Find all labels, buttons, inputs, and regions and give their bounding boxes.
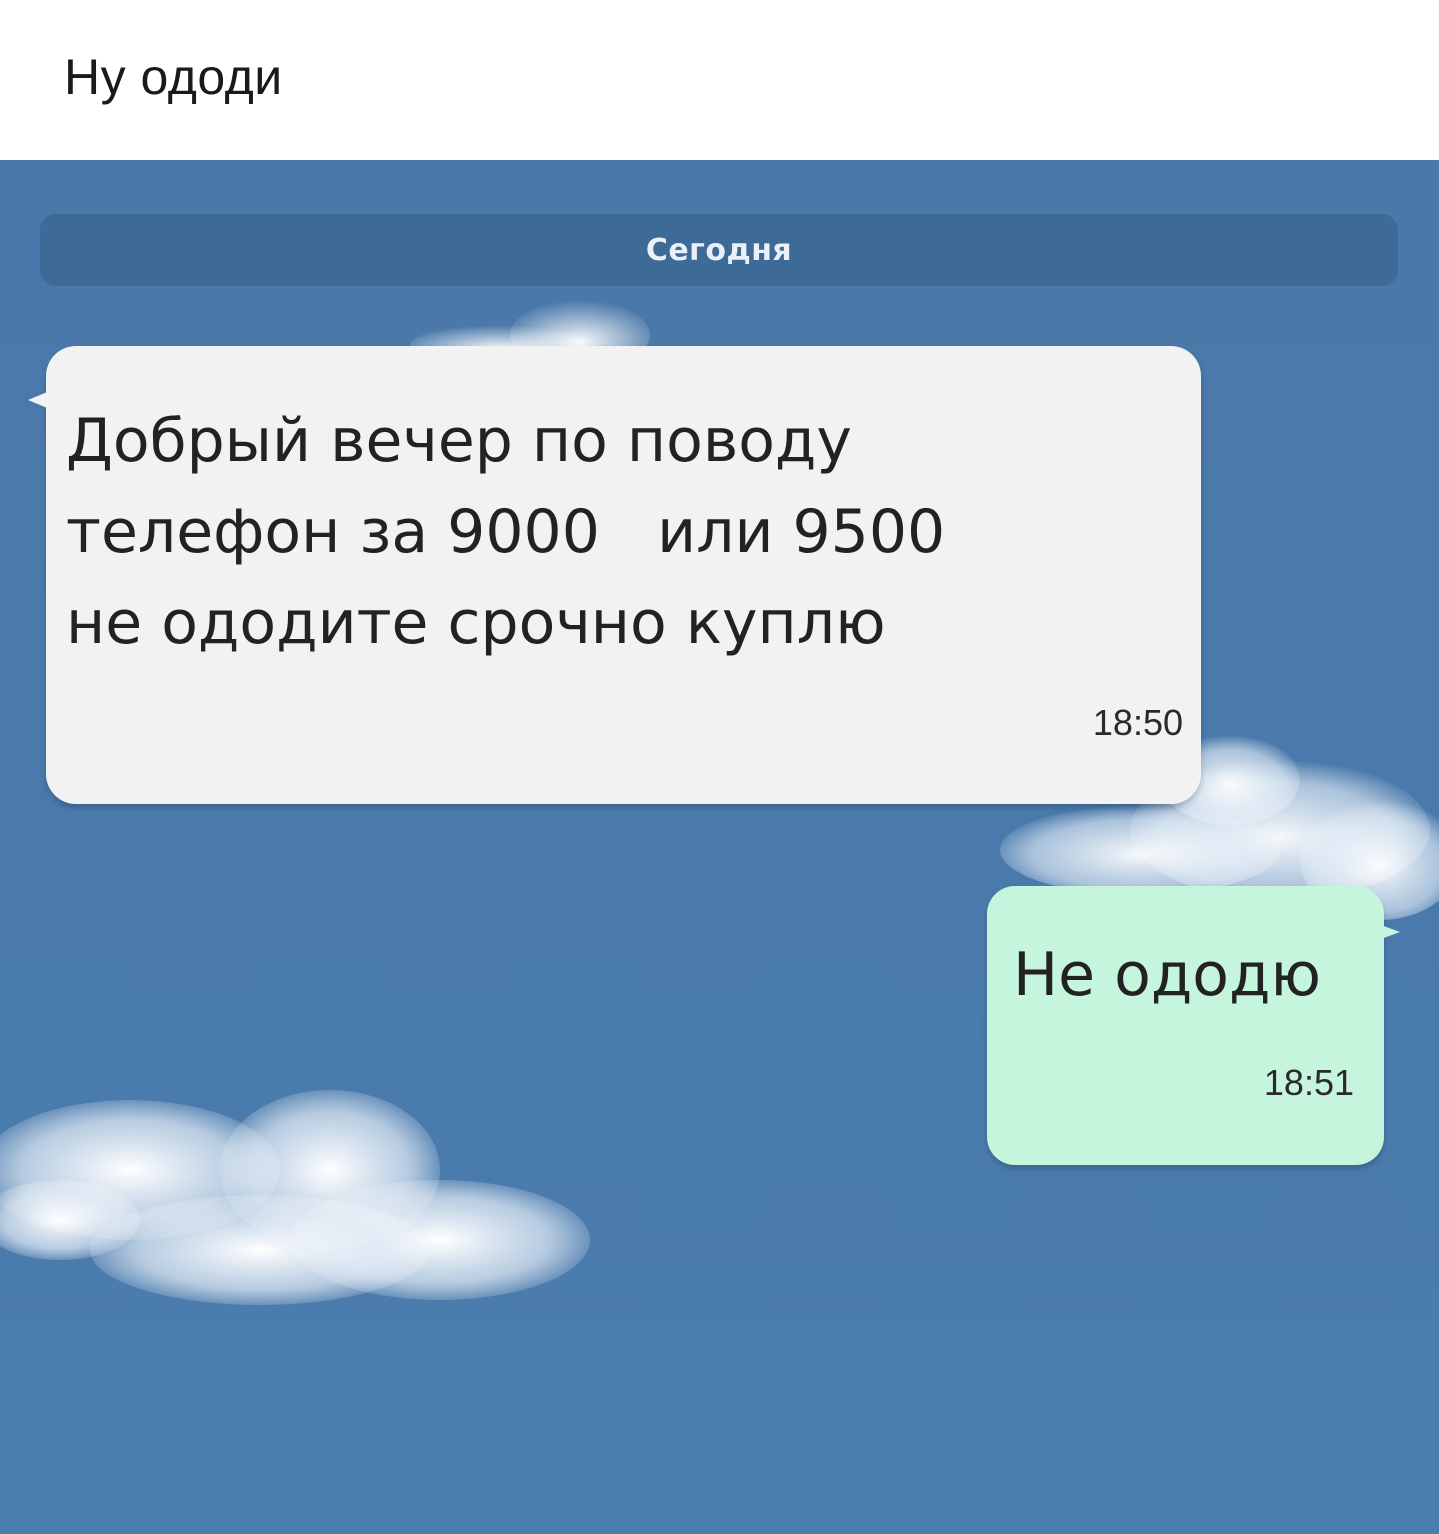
date-separator-label: Сегодня [645,232,793,268]
cloud-decoration-bottom-left [0,1090,590,1305]
message-time: 18:51 [1263,1062,1354,1103]
bubble-tail-incoming [28,390,52,410]
date-separator: Сегодня [40,214,1398,286]
message-time: 18:50 [1092,702,1183,743]
message-bubble-incoming[interactable]: Добрый вечер по поводу телефон за 9000 и… [28,346,1201,804]
message-text: Добрый вечер по поводу телефон за 9000 и… [66,406,946,658]
message-text: Не ододю [1013,940,1321,1010]
message-bubble-outgoing[interactable]: Не ододю 18:51 [987,886,1400,1165]
post-caption-area: Ну ододи [0,0,1439,160]
chat-view[interactable]: Сегодня Добрый вечер по поводу телефон з… [0,160,1439,1534]
post-caption: Ну ододи [64,49,283,105]
bubble-tail-outgoing [1378,924,1400,940]
